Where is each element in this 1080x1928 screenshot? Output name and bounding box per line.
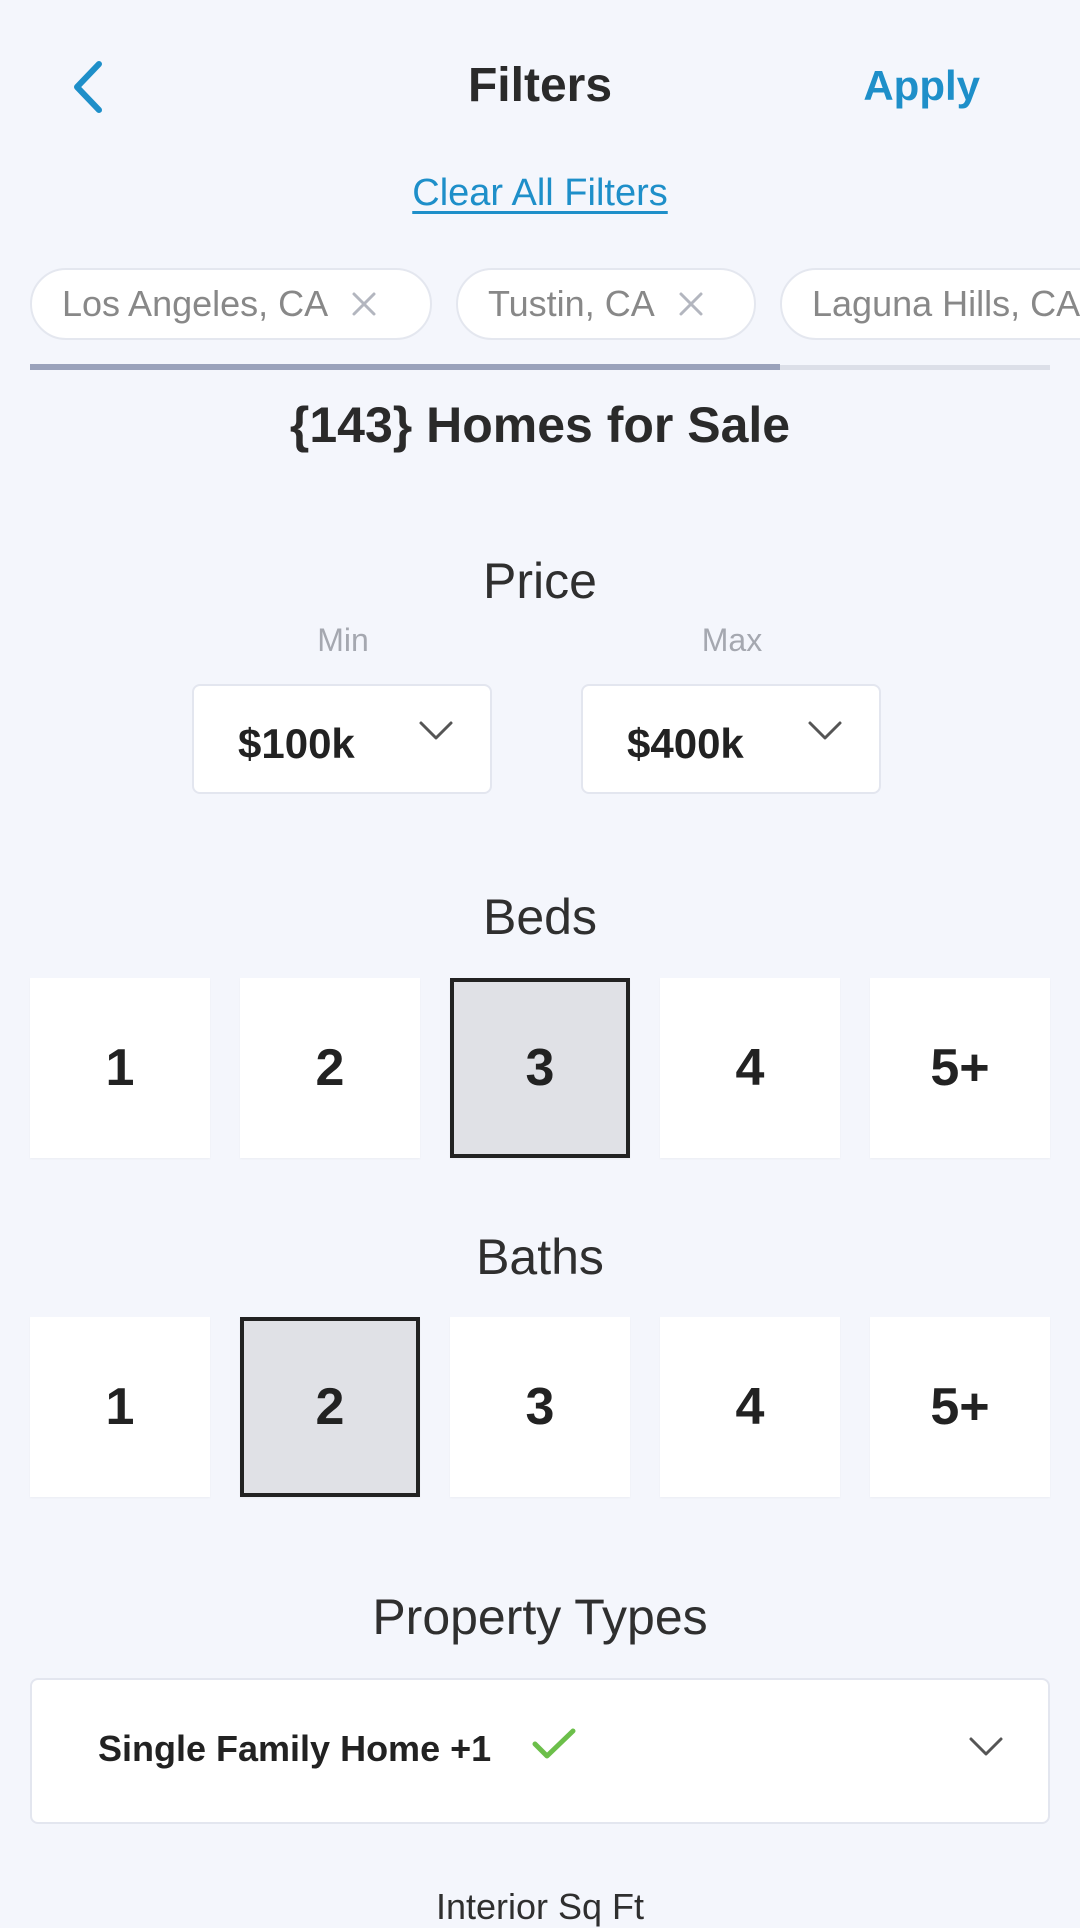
location-chip-label: Laguna Hills, CA <box>812 283 1080 324</box>
baths-option-5-plus[interactable]: 5+ <box>870 1317 1050 1497</box>
location-chip-label: Tustin, CA <box>488 283 655 324</box>
beds-title: Beds <box>483 889 597 945</box>
baths-option-2[interactable]: 2 <box>240 1317 420 1497</box>
beds-option-1[interactable]: 1 <box>30 978 210 1158</box>
location-chip[interactable]: Laguna Hills, CA <box>780 268 1080 340</box>
price-min-label: Min <box>317 622 369 658</box>
interior-sqft-title: Interior Sq Ft <box>435 1886 645 1927</box>
baths-option-3[interactable]: 3 <box>450 1317 630 1497</box>
chevron-down-icon <box>808 721 842 740</box>
location-chip-label: Los Angeles, CA <box>62 283 329 324</box>
price-max-select[interactable]: $400k <box>581 684 881 794</box>
property-types-title: Property Types <box>372 1589 708 1645</box>
price-min-select[interactable]: $100k <box>192 684 492 794</box>
baths-option-4[interactable]: 4 <box>660 1317 840 1497</box>
beds-option-3[interactable]: 3 <box>450 978 630 1158</box>
close-icon[interactable] <box>350 290 378 318</box>
baths-option-1[interactable]: 1 <box>30 1317 210 1497</box>
beds-option-2[interactable]: 2 <box>240 978 420 1158</box>
price-min-value: $100k <box>238 720 355 767</box>
chevron-down-icon <box>969 1737 1003 1756</box>
price-max-label: Max <box>701 622 763 658</box>
property-types-value: Single Family Home +1 <box>98 1728 492 1769</box>
location-chip[interactable]: Los Angeles, CA <box>30 268 432 340</box>
results-count: {143} Homes for Sale <box>289 397 791 453</box>
apply-button[interactable]: Apply <box>810 62 980 110</box>
location-chips[interactable]: Los Angeles, CA Tustin, CA Laguna Hills,… <box>0 268 1080 344</box>
beds-option-5-plus[interactable]: 5+ <box>870 978 1050 1158</box>
chevron-down-icon <box>419 721 453 740</box>
baths-title: Baths <box>476 1229 604 1285</box>
property-types-select[interactable]: Single Family Home +1 <box>30 1678 1050 1824</box>
beds-option-4[interactable]: 4 <box>660 978 840 1158</box>
price-title: Price <box>483 553 597 609</box>
check-icon <box>532 1728 576 1759</box>
close-icon[interactable] <box>677 290 705 318</box>
chips-scrollbar-thumb[interactable] <box>30 364 780 370</box>
location-chip[interactable]: Tustin, CA <box>456 268 756 340</box>
clear-all-filters-link[interactable]: Clear All Filters <box>412 172 668 214</box>
price-max-value: $400k <box>627 720 744 767</box>
